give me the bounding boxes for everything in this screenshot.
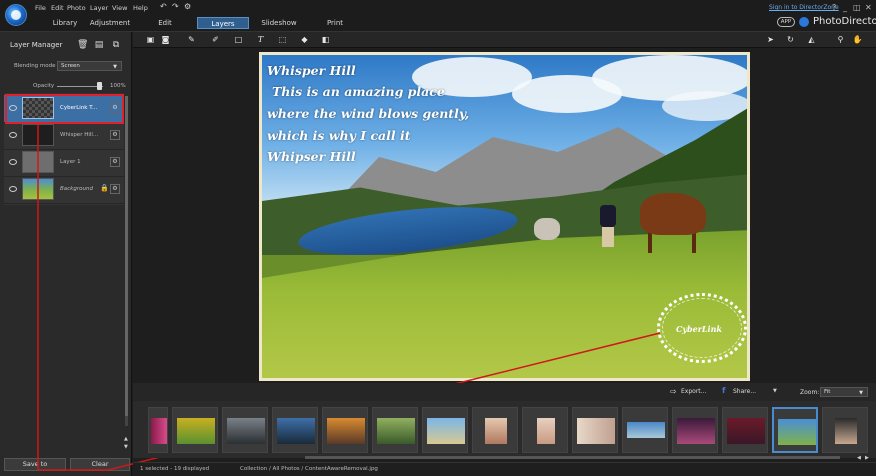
selection-count: 1 selected - 19 displayed [140, 466, 210, 472]
facebook-icon: f [722, 386, 726, 395]
export-button[interactable]: Export... [681, 388, 706, 395]
film-thumbnail[interactable] [472, 407, 518, 453]
film-thumbnail[interactable] [148, 407, 168, 453]
zoom-label: Zoom: [800, 389, 820, 396]
zoom-select[interactable]: Fit ▼ [820, 387, 868, 397]
share-button[interactable]: Share... [733, 388, 756, 395]
export-icon[interactable]: ⇨ [670, 387, 677, 396]
film-thumbnail[interactable] [322, 407, 368, 453]
file-path: Collection / All Photos / ContentAwareRe… [240, 466, 378, 472]
film-thumbnail[interactable] [522, 407, 568, 453]
scroll-right-icon[interactable]: ▶ [865, 455, 869, 461]
chevron-down-icon[interactable]: ▼ [773, 388, 777, 394]
film-thumbnail[interactable] [372, 407, 418, 453]
film-thumbnail[interactable] [822, 407, 868, 453]
zoom-value: Fit [824, 389, 831, 395]
film-thumbnail[interactable] [722, 407, 768, 453]
film-thumbnail[interactable] [222, 407, 268, 453]
film-thumbnail[interactable] [672, 407, 718, 453]
filmstrip-scrollbar[interactable] [305, 456, 840, 459]
film-thumbnail[interactable] [622, 407, 668, 453]
film-thumbnail[interactable] [572, 407, 618, 453]
film-thumbnail[interactable] [272, 407, 318, 453]
film-thumbnail[interactable] [422, 407, 468, 453]
film-thumbnail[interactable] [172, 407, 218, 453]
chevron-down-icon: ▼ [859, 390, 863, 396]
film-thumbnail-selected[interactable] [772, 407, 818, 453]
scroll-left-icon[interactable]: ◀ [857, 455, 861, 461]
filmstrip-toolbar [133, 383, 876, 401]
